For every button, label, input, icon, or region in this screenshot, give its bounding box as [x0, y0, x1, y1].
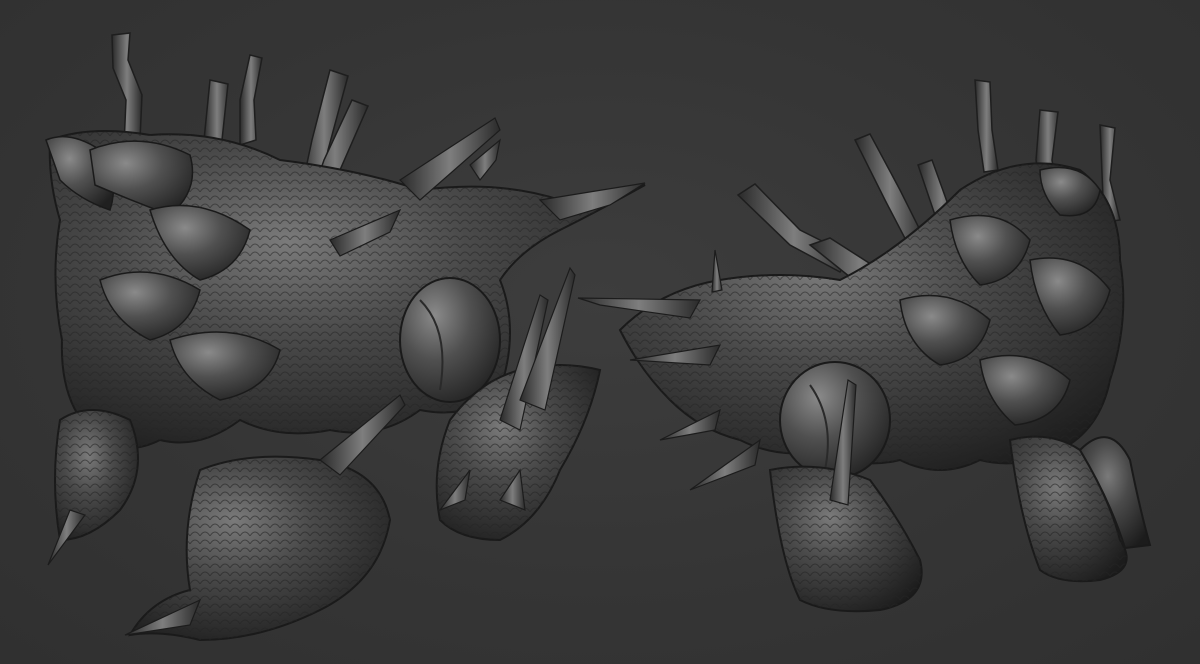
sculpt-viewport: [0, 0, 1200, 664]
left-shoulder: [399, 277, 501, 403]
creature-render: [45, 32, 1152, 642]
right-haunch: [779, 361, 891, 479]
creature-front-view: [45, 32, 646, 642]
creature-back-view: [577, 79, 1152, 613]
